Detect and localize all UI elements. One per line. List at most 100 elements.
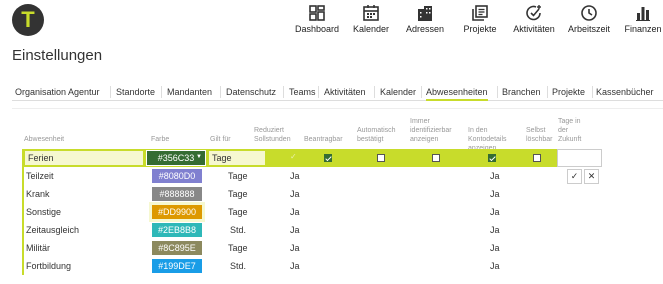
- column-header-farbe: Farbe: [151, 136, 170, 143]
- nav-label: Aktivitäten: [513, 24, 555, 34]
- kontodetails-value: Ja: [490, 171, 500, 181]
- gilt-fuer-value: Tage: [228, 243, 248, 253]
- tab-divider: [283, 86, 284, 98]
- tab-abwesenheiten[interactable]: Abwesenheiten: [426, 84, 488, 101]
- nav-adressen[interactable]: Adressen: [404, 4, 446, 38]
- table-row[interactable]: Krank #888888 Tage Ja Ja: [22, 185, 557, 203]
- reduziert-value: Ja: [290, 171, 300, 181]
- color-swatch: #8C895E: [152, 241, 202, 255]
- absence-name: Sonstige: [26, 207, 62, 217]
- tab-kassenbuecher[interactable]: Kassenbücher: [596, 84, 654, 101]
- close-icon[interactable]: ✕: [584, 169, 599, 184]
- row-indicator: [22, 185, 24, 203]
- buildings-icon: [418, 6, 432, 21]
- tab-divider: [497, 86, 498, 98]
- check-icon[interactable]: ✓: [567, 169, 582, 184]
- column-header-gilt-fuer: Gilt für: [210, 136, 231, 143]
- nav-dashboard[interactable]: Dashboard: [292, 4, 342, 38]
- chevron-down-icon[interactable]: ▼: [196, 154, 202, 160]
- reduziert-check-icon[interactable]: ✓: [290, 152, 297, 161]
- gilt-fuer-value: Tage: [228, 189, 248, 199]
- nav-label: Kalender: [352, 24, 390, 34]
- color-swatch: #DD9900: [152, 205, 202, 219]
- tab-divider: [220, 86, 221, 98]
- reduziert-value: Ja: [290, 207, 300, 217]
- tab-standorte[interactable]: Standorte: [116, 84, 155, 101]
- row-indicator: [22, 221, 24, 239]
- clock-icon: [581, 5, 597, 21]
- kontodetails-value: Ja: [490, 189, 500, 199]
- tab-divider: [110, 86, 111, 98]
- nav-kalender[interactable]: Kalender: [350, 4, 392, 38]
- column-header-immer-identifizierbar: Immer identifizierbar anzeigen: [410, 118, 452, 143]
- gilt-fuer-value: Tage: [228, 171, 248, 181]
- tab-divider: [421, 86, 422, 98]
- tab-datenschutz[interactable]: Datenschutz: [226, 84, 276, 101]
- selbst-loeschbar-checkbox[interactable]: [533, 154, 541, 162]
- tab-branchen[interactable]: Branchen: [502, 84, 541, 101]
- tage-zukunft-input[interactable]: [557, 149, 602, 167]
- calendar-icon: [363, 5, 379, 21]
- absence-name: Krank: [26, 189, 50, 199]
- settings-tabs: Organisation Agentur Standorte Mandanten…: [12, 84, 663, 101]
- column-header-abwesenheit: Abwesenheit: [24, 136, 65, 143]
- dashboard-icon: [309, 5, 325, 21]
- row-indicator: [22, 239, 24, 257]
- tab-projekte[interactable]: Projekte: [552, 84, 585, 101]
- nav-aktivitaeten[interactable]: Aktivitäten: [510, 4, 558, 38]
- nav-label: Arbeitszeit: [567, 24, 611, 34]
- table-row[interactable]: Sonstige #DD9900 Tage Ja Ja: [22, 203, 557, 221]
- reduziert-value: Ja: [290, 225, 300, 235]
- bar-chart-icon: [636, 7, 650, 21]
- reduziert-value: Ja: [290, 243, 300, 253]
- tab-mandanten[interactable]: Mandanten: [167, 84, 212, 101]
- kontodetails-checkbox[interactable]: [488, 154, 496, 162]
- nav-label: Finanzen: [624, 24, 662, 34]
- gilt-fuer-value: Std.: [230, 225, 247, 235]
- nav-projekte[interactable]: Projekte: [459, 4, 501, 38]
- top-navigation: Dashboard Kalender Adressen Projekte Akt…: [0, 4, 663, 38]
- kontodetails-value: Ja: [490, 207, 500, 217]
- row-indicator: [22, 167, 24, 185]
- gilt-fuer-select[interactable]: Tage: [208, 150, 266, 166]
- automatisch-checkbox[interactable]: [377, 154, 385, 162]
- projects-icon: [472, 5, 488, 21]
- tab-kalender[interactable]: Kalender: [380, 84, 416, 101]
- absence-name-input[interactable]: Ferien: [24, 150, 144, 166]
- table-row[interactable]: Militär #8C895E Tage Ja Ja: [22, 239, 557, 257]
- absence-name: Fortbildung: [26, 261, 72, 271]
- table-row[interactable]: Teilzeit #8080D0 Tage Ja Ja: [22, 167, 557, 185]
- column-header-reduziert: Reduziert Sollstunden: [254, 127, 291, 143]
- abwesenheiten-table: Abwesenheit Farbe Gilt für Reduziert Sol…: [12, 108, 663, 278]
- kontodetails-value: Ja: [490, 225, 500, 235]
- page-title: Einstellungen: [12, 47, 103, 64]
- reduziert-value: Ja: [290, 261, 300, 271]
- tab-divider: [592, 86, 593, 98]
- nav-label: Projekte: [463, 24, 497, 34]
- color-swatch: #199DE7: [152, 259, 202, 273]
- gilt-fuer-value: Tage: [228, 207, 248, 217]
- absence-name: Teilzeit: [26, 171, 54, 181]
- column-header-beantragbar: Beantragbar: [304, 136, 343, 143]
- immer-identifizierbar-checkbox[interactable]: [432, 154, 440, 162]
- nav-label: Dashboard: [294, 24, 340, 34]
- absence-name: Zeitausgleich: [26, 225, 80, 235]
- tab-organisation-agentur[interactable]: Organisation Agentur: [15, 84, 100, 101]
- beantragbar-checkbox[interactable]: [324, 154, 332, 162]
- tab-divider: [547, 86, 548, 98]
- reduziert-value: Ja: [290, 189, 300, 199]
- color-swatch: #888888: [152, 187, 202, 201]
- nav-arbeitszeit[interactable]: Arbeitszeit: [566, 4, 612, 38]
- nav-label: Adressen: [405, 24, 445, 34]
- kontodetails-value: Ja: [490, 261, 500, 271]
- tab-divider: [318, 86, 319, 98]
- color-swatch: #2EB8B8: [152, 223, 202, 237]
- nav-finanzen[interactable]: Finanzen: [624, 4, 662, 38]
- table-row[interactable]: Fortbildung #199DE7 Std. Ja Ja: [22, 257, 557, 275]
- tab-aktivitaeten[interactable]: Aktivitäten: [324, 84, 366, 101]
- table-row[interactable]: Zeitausgleich #2EB8B8 Std. Ja Ja: [22, 221, 557, 239]
- color-swatch: #8080D0: [152, 169, 202, 183]
- tab-teams[interactable]: Teams: [289, 84, 316, 101]
- absence-name: Militär: [26, 243, 50, 253]
- kontodetails-value: Ja: [490, 243, 500, 253]
